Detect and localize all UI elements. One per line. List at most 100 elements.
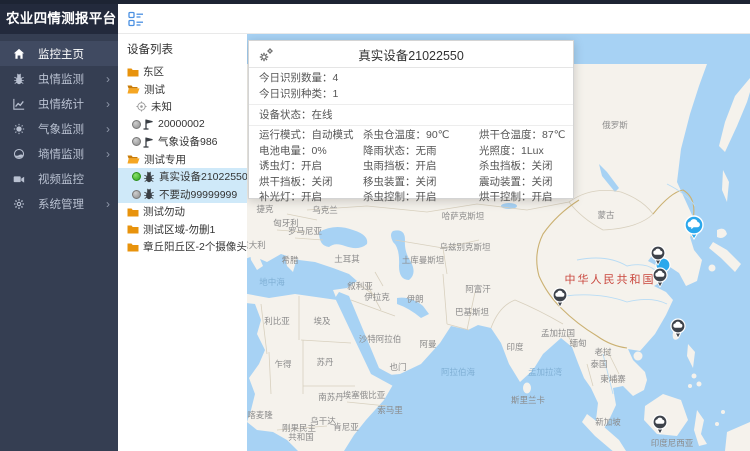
popup-stat-row-1: 今日识别种类：1 xyxy=(259,86,563,102)
tree-node-0[interactable]: 东区 xyxy=(118,63,247,81)
popup-detail-cell: 诱虫灯：开启 xyxy=(259,159,363,175)
tree-node-label: 章丘阳丘区-2个摄像头 xyxy=(143,239,247,254)
insect-device-icon xyxy=(143,171,155,183)
popup-divider xyxy=(249,125,573,126)
tree-node-10[interactable]: 章丘阳丘区-2个摄像头 xyxy=(118,238,247,256)
map-canvas[interactable]: 俄罗斯蒙古中华人民共和国哈萨克斯坦乌克兰捷克匈牙利罗马尼亚意大利希腊土耳其地中海… xyxy=(247,34,750,451)
sidebar-item-3[interactable]: 气象监测 › xyxy=(0,116,118,141)
device-popup: 真实设备21022550 今日识别数量：4今日识别种类：1 设备状态：在线运行模式… xyxy=(248,40,574,199)
status-dot-offline xyxy=(132,137,141,146)
device-list-panel: 设备列表 东区测试未知20000002气象设备986测试专用真实设备210225… xyxy=(118,34,247,451)
tree-node-label: 未知 xyxy=(151,99,172,114)
popup-detail-cell: 杀虫控制：开启 xyxy=(363,190,479,206)
sidebar-item-6[interactable]: 系统管理› xyxy=(0,191,118,216)
device-popup-header: 真实设备21022550 xyxy=(249,41,573,68)
station-device-icon xyxy=(143,136,154,148)
tree-node-1[interactable]: 测试 xyxy=(118,81,247,99)
popup-detail-cell: 运行模式：自动模式 xyxy=(259,128,363,144)
sidebar-menu: 监控主页虫情监测›虫情统计›气象监测›墒情监测›视频监控系统管理› xyxy=(0,34,118,216)
status-dot-online xyxy=(132,172,141,181)
sidebar-item-label: 墒情监测 xyxy=(38,146,84,162)
tree-node-6[interactable]: 真实设备21022550 xyxy=(118,168,247,186)
popup-detail-cell: 移虫装置：关闭 xyxy=(363,175,479,191)
chevron-right-icon: › xyxy=(106,148,110,160)
sidebar-item-label: 气象监测 xyxy=(38,121,84,137)
popup-detail-cell: 虫雨挡板：开启 xyxy=(363,159,479,175)
folder-closed-icon xyxy=(127,207,139,217)
folder-closed-icon xyxy=(127,224,139,234)
tree-node-label: 东区 xyxy=(143,64,164,79)
folder-closed-icon xyxy=(127,67,139,77)
tree-toggle-icon[interactable] xyxy=(128,11,144,27)
station-device-icon xyxy=(143,118,154,130)
device-marker-blue[interactable] xyxy=(683,214,705,247)
tree-node-label: 测试区域-勿删1 xyxy=(143,222,215,237)
status-dot-offline xyxy=(132,120,141,129)
device-popup-title: 真实设备21022550 xyxy=(358,45,464,64)
weather-icon xyxy=(0,123,38,135)
tree-node-label: 20000002 xyxy=(158,118,205,130)
app-title: 农业四情测报平台 xyxy=(0,4,118,34)
tree-node-8[interactable]: 测试勿动 xyxy=(118,203,247,221)
device-marker-dark[interactable] xyxy=(551,286,569,314)
popup-detail-cell: 杀虫仓温度：90℃ xyxy=(363,128,479,144)
chevron-right-icon: › xyxy=(106,198,110,210)
device-marker-dark[interactable] xyxy=(651,266,669,294)
popup-status-row: 设备状态：在线 xyxy=(259,107,563,123)
device-marker-dark[interactable] xyxy=(669,317,687,345)
sidebar-item-1[interactable]: 虫情监测 › xyxy=(0,66,118,91)
sidebar-item-label: 视频监控 xyxy=(38,171,84,187)
video-icon xyxy=(0,173,38,185)
chart-icon xyxy=(0,98,38,110)
gear-icon xyxy=(0,198,38,210)
folder-closed-icon xyxy=(127,242,139,252)
sidebar-item-label: 虫情监测 xyxy=(38,71,84,87)
device-popup-body: 今日识别数量：4今日识别种类：1设备状态：在线运行模式：自动模式杀虫仓温度：90… xyxy=(249,68,573,206)
bug-icon xyxy=(0,73,38,85)
popup-detail-cell: 补光灯：开启 xyxy=(259,190,363,206)
home-icon xyxy=(0,48,38,60)
popup-detail-grid: 运行模式：自动模式杀虫仓温度：90℃烘干仓温度：87℃电池电量：0%降雨状态：无… xyxy=(259,128,563,206)
popup-divider xyxy=(249,104,573,105)
chevron-right-icon: › xyxy=(106,98,110,110)
tree-node-5[interactable]: 测试专用 xyxy=(118,151,247,169)
unknown-target-icon xyxy=(136,101,147,112)
tree-node-label: 测试 xyxy=(144,82,165,97)
app-window: 农业四情测报平台 监控主页虫情监测›虫情统计›气象监测›墒情监测›视频监控系统管… xyxy=(0,0,750,451)
status-dot-offline xyxy=(132,190,141,199)
popup-detail-cell: 烘干挡板：关闭 xyxy=(259,175,363,191)
popup-detail-cell: 电池电量：0% xyxy=(259,144,363,160)
sidebar-item-label: 监控主页 xyxy=(38,46,84,62)
tree-node-label: 真实设备21022550 xyxy=(159,169,247,184)
tree-node-9[interactable]: 测试区域-勿删1 xyxy=(118,221,247,239)
popup-detail-cell: 降雨状态：无雨 xyxy=(363,144,479,160)
sidebar-item-0[interactable]: 监控主页 xyxy=(0,41,118,66)
toolbar xyxy=(118,4,750,34)
settings-gears-icon[interactable] xyxy=(258,47,274,63)
popup-detail-cell: 杀虫挡板：关闭 xyxy=(479,159,565,175)
tree-node-label: 不要动99999999 xyxy=(159,187,237,202)
soil-icon xyxy=(0,148,38,160)
popup-detail-cell: 光照度：1Lux xyxy=(479,144,565,160)
insect-device-icon xyxy=(143,188,155,200)
chevron-right-icon: › xyxy=(106,123,110,135)
sidebar-item-5[interactable]: 视频监控 xyxy=(0,166,118,191)
tree-node-label: 测试专用 xyxy=(144,152,186,167)
chevron-right-icon: › xyxy=(106,73,110,85)
device-marker-dark[interactable] xyxy=(651,413,669,441)
popup-detail-cell: 烘干控制：开启 xyxy=(479,190,565,206)
sidebar: 农业四情测报平台 监控主页虫情监测›虫情统计›气象监测›墒情监测›视频监控系统管… xyxy=(0,4,118,451)
popup-detail-cell: 震动装置：关闭 xyxy=(479,175,565,191)
tree-node-2[interactable]: 未知 xyxy=(118,98,247,116)
device-tree: 东区测试未知 20000002 气象设备986 测试专用真实设备21022550 不要动… xyxy=(118,63,247,256)
folder-open-icon xyxy=(127,154,140,164)
popup-stat-row-0: 今日识别数量：4 xyxy=(259,70,563,86)
folder-open-icon xyxy=(127,84,140,94)
tree-node-4[interactable]: 气象设备986 xyxy=(118,133,247,151)
sidebar-item-2[interactable]: 虫情统计› xyxy=(0,91,118,116)
tree-node-label: 测试勿动 xyxy=(143,204,185,219)
tree-node-label: 气象设备986 xyxy=(158,134,218,149)
sidebar-item-4[interactable]: 墒情监测 › xyxy=(0,141,118,166)
tree-node-3[interactable]: 20000002 xyxy=(118,116,247,134)
tree-node-7[interactable]: 不要动99999999 xyxy=(118,186,247,204)
